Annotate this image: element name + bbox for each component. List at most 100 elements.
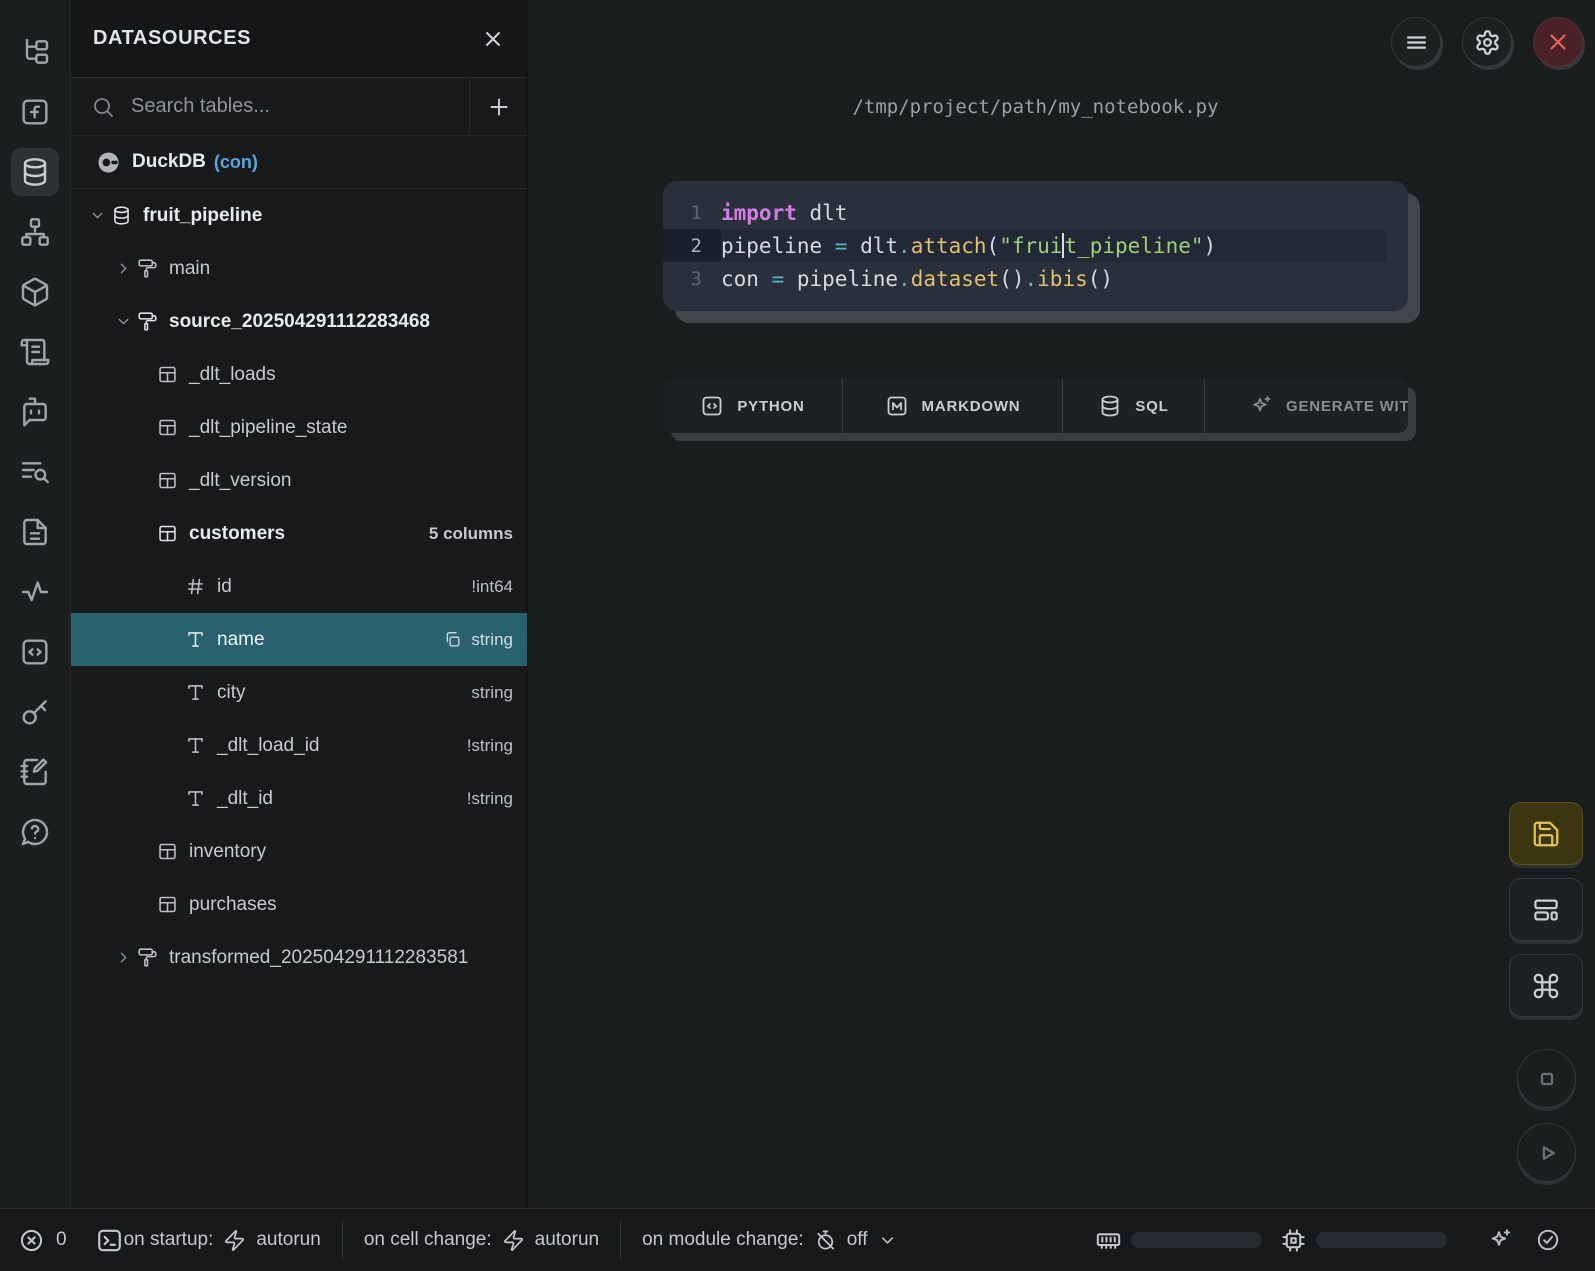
on-module-change-setting[interactable]: on module change: off <box>642 1229 896 1252</box>
tree-item-label: _dlt_loads <box>189 364 276 386</box>
sparkles-icon <box>1249 394 1273 418</box>
on-cell-change-setting[interactable]: on cell change: autorun <box>364 1229 599 1252</box>
terminal-button[interactable] <box>95 1226 124 1255</box>
tree-item-label: customers <box>189 523 285 545</box>
run-button[interactable] <box>1517 1123 1576 1182</box>
panel-header: DATASOURCES <box>71 0 527 78</box>
divider <box>620 1221 621 1259</box>
code-line-2: 2 pipeline = dlt.attach("fruit_pipeline"… <box>663 229 1408 262</box>
column-type: !string <box>467 789 513 809</box>
code-text: pipeline = dlt.attach("fruit_pipeline") <box>721 229 1386 262</box>
error-indicator[interactable]: 0 <box>18 1227 67 1254</box>
type-icon <box>185 735 206 756</box>
settings-button[interactable] <box>1462 17 1512 67</box>
on-startup-setting[interactable]: on startup: autorun <box>124 1229 321 1252</box>
code-line-3: 3 con = pipeline.dataset().ibis() <box>663 262 1408 295</box>
close-panel-button[interactable] <box>481 27 505 51</box>
rail-file-text[interactable] <box>11 508 59 556</box>
memory-meter-track <box>1131 1232 1262 1248</box>
tree-item-col-name[interactable]: name string <box>71 613 527 666</box>
datasources-panel: DATASOURCES DuckDB (con) fruit_pipeline … <box>71 0 528 1208</box>
table-icon <box>157 894 178 915</box>
chevron-down-icon <box>115 313 132 330</box>
close-button[interactable] <box>1533 17 1583 67</box>
tree-item-label: id <box>217 576 232 598</box>
column-type: !string <box>467 736 513 756</box>
layout-button[interactable] <box>1509 878 1583 941</box>
add-markdown-button[interactable]: MARKDOWN <box>843 379 1063 433</box>
stop-button[interactable] <box>1517 1049 1576 1108</box>
paint-roller-icon <box>137 258 158 279</box>
rail-function-square[interactable] <box>11 88 59 136</box>
kernel-status-button[interactable] <box>1535 1227 1561 1253</box>
column-type: string <box>471 683 513 703</box>
window-controls <box>1391 17 1583 67</box>
rail-code-square[interactable] <box>11 628 59 676</box>
save-button[interactable] <box>1509 802 1583 865</box>
connection-row-duckdb[interactable]: DuckDB (con) <box>71 136 527 189</box>
shortcuts-button[interactable] <box>1509 954 1583 1017</box>
add-datasource-button[interactable] <box>469 78 527 135</box>
column-type: string <box>471 630 513 650</box>
hash-icon <box>185 576 206 597</box>
tree-item-main[interactable]: main <box>71 242 527 295</box>
rail-notebook-pen[interactable] <box>11 748 59 796</box>
type-icon <box>185 788 206 809</box>
notebook-area: /tmp/project/path/my_notebook.py 1 impor… <box>528 0 1595 1208</box>
tree-item-label: _dlt_load_id <box>217 735 319 757</box>
rail-database[interactable] <box>11 148 59 196</box>
tree-item-transformed[interactable]: transformed_202504291112283581 <box>71 931 527 984</box>
chevron-down-icon <box>878 1231 897 1250</box>
tree-item-inventory[interactable]: inventory <box>71 825 527 878</box>
tree-item-col-dlt-load-id[interactable]: _dlt_load_id !string <box>71 719 527 772</box>
rail-file-tree[interactable] <box>11 28 59 76</box>
rail-list-search[interactable] <box>11 448 59 496</box>
rail-bot-message[interactable] <box>11 388 59 436</box>
menu-button[interactable] <box>1391 17 1441 67</box>
copy-icon[interactable] <box>443 630 462 649</box>
tree-item-col-dlt-id[interactable]: _dlt_id !string <box>71 772 527 825</box>
cpu-meter-track <box>1316 1232 1447 1248</box>
code-cell[interactable]: 1 import dlt 2 pipeline = dlt.attach("fr… <box>663 181 1408 311</box>
chevron-down-icon <box>89 207 106 224</box>
add-python-label: PYTHON <box>737 398 804 415</box>
rail-network[interactable] <box>11 208 59 256</box>
rail-help-message[interactable] <box>11 808 59 856</box>
tree-item-label: _dlt_pipeline_state <box>189 417 347 439</box>
table-icon <box>157 470 178 491</box>
rail-scroll-text[interactable] <box>11 328 59 376</box>
chevron-right-icon <box>115 949 132 966</box>
ai-status-button[interactable] <box>1487 1227 1513 1253</box>
tree-item-_dlt_pipeline_state[interactable]: _dlt_pipeline_state <box>71 401 527 454</box>
zap-icon <box>223 1229 246 1252</box>
add-python-button[interactable]: PYTHON <box>663 379 843 433</box>
search-row <box>71 78 527 136</box>
rail-package[interactable] <box>11 268 59 316</box>
code-text: import dlt <box>721 196 1386 229</box>
tree-item-label: _dlt_version <box>189 470 291 492</box>
tree-item-label: main <box>169 258 210 280</box>
search-input[interactable] <box>131 95 457 118</box>
tree-item-fruit_pipeline[interactable]: fruit_pipeline <box>71 189 527 242</box>
generate-with-ai-button[interactable]: GENERATE WITH AI <box>1205 379 1408 433</box>
rail-activity[interactable] <box>11 568 59 616</box>
tree-item-source[interactable]: source_202504291112283468 <box>71 295 527 348</box>
datasources-tree: fruit_pipeline main source_2025042911122… <box>71 189 527 1208</box>
tree-item-customers[interactable]: customers 5 columns <box>71 507 527 560</box>
tree-item-col-city[interactable]: city string <box>71 666 527 719</box>
table-icon <box>157 523 178 544</box>
tree-item-col-id[interactable]: id !int64 <box>71 560 527 613</box>
tree-item-_dlt_loads[interactable]: _dlt_loads <box>71 348 527 401</box>
tree-item-label: purchases <box>189 894 277 916</box>
connection-alias: (con) <box>214 152 258 173</box>
tree-item-purchases[interactable]: purchases <box>71 878 527 931</box>
ram-icon <box>1095 1227 1122 1254</box>
type-icon <box>185 629 206 650</box>
code-square-icon <box>700 394 724 418</box>
table-icon <box>157 841 178 862</box>
tree-item-_dlt_version[interactable]: _dlt_version <box>71 454 527 507</box>
tree-item-label: city <box>217 682 246 704</box>
code-text: con = pipeline.dataset().ibis() <box>721 262 1386 295</box>
rail-key[interactable] <box>11 688 59 736</box>
add-sql-button[interactable]: SQL <box>1063 379 1205 433</box>
